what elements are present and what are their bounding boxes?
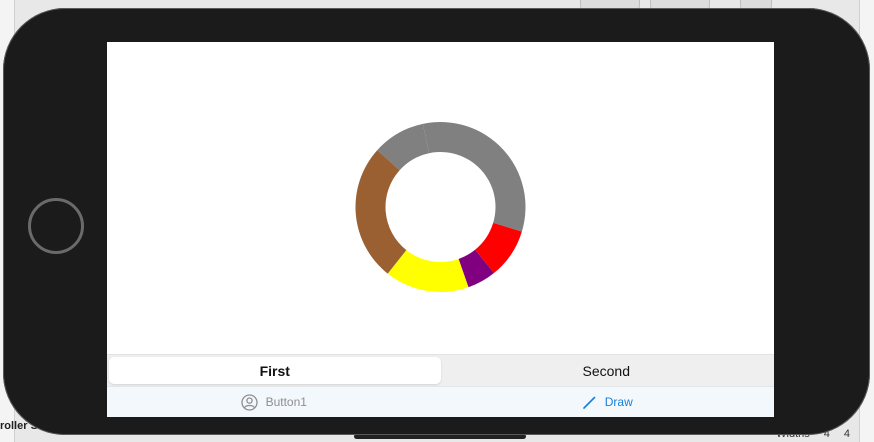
segmented-control: First Second bbox=[107, 354, 774, 386]
draw-button[interactable]: Draw bbox=[441, 387, 775, 417]
pencil-icon bbox=[582, 396, 596, 409]
app-screen: First Second Button1 Draw bbox=[107, 42, 774, 417]
chart-view bbox=[107, 42, 774, 354]
home-button[interactable] bbox=[28, 198, 84, 254]
device-frame: First Second Button1 Draw bbox=[3, 8, 870, 435]
draw-label: Draw bbox=[604, 395, 633, 409]
segment-second[interactable]: Second bbox=[441, 357, 773, 384]
button1-label: Button1 bbox=[265, 395, 307, 409]
segment-first[interactable]: First bbox=[109, 357, 441, 384]
donut-slice-0 bbox=[422, 121, 526, 232]
donut-chart bbox=[355, 121, 526, 292]
bottom-toolbar: Button1 Draw bbox=[107, 386, 774, 417]
background-inspector-value: 4 bbox=[843, 428, 850, 440]
person-circle-icon bbox=[240, 393, 258, 411]
button1-button[interactable]: Button1 bbox=[107, 387, 441, 417]
